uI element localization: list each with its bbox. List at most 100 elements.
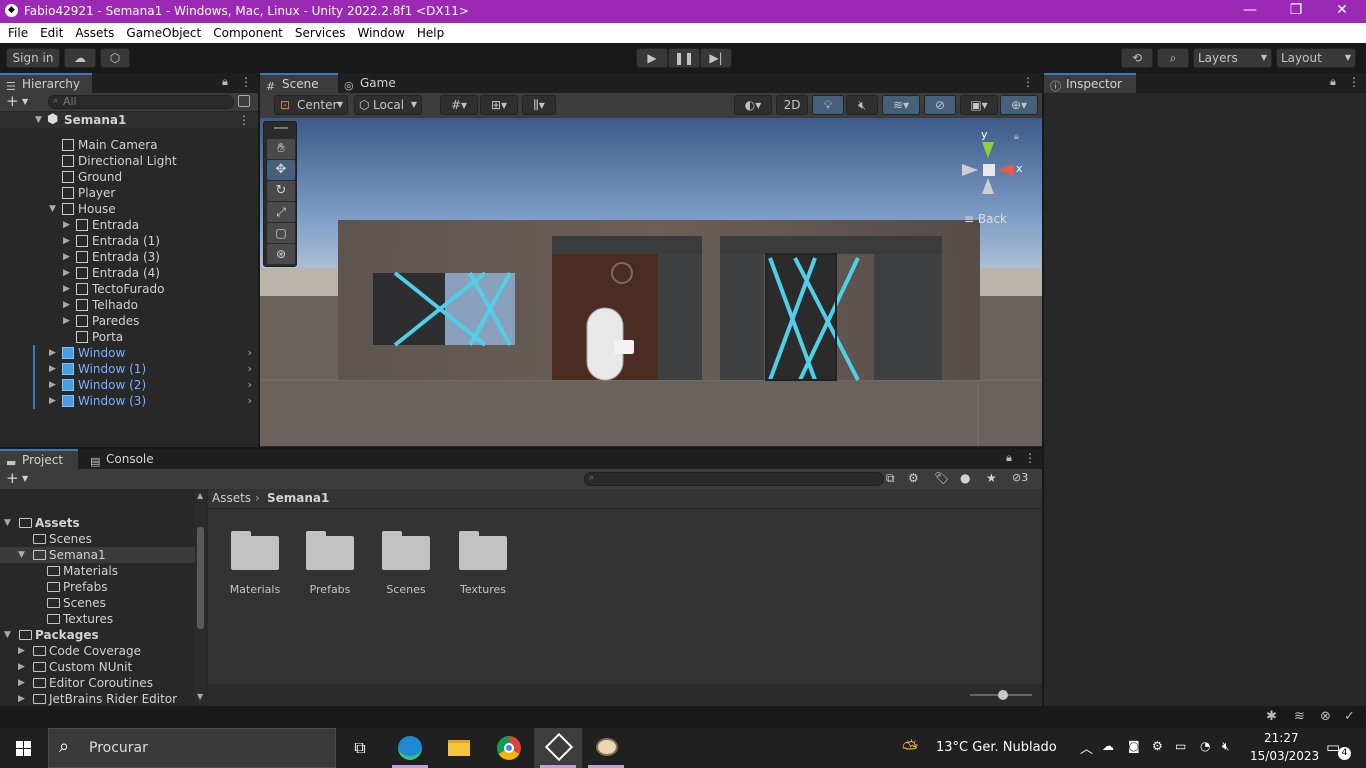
project-tree-item[interactable]: ▼ Packages: [0, 627, 195, 643]
audio-toggle[interactable]: 🔇︎: [846, 95, 878, 115]
expand-arrow-icon[interactable]: ▶: [49, 393, 56, 409]
neg-y-axis-cone[interactable]: [982, 178, 994, 194]
clock-date[interactable]: 15/03/2023: [1250, 749, 1319, 763]
project-tree-item[interactable]: Materials: [0, 563, 195, 579]
filter-type-icon[interactable]: ⚙︎: [908, 471, 919, 485]
zoom-slider-thumb[interactable]: [998, 690, 1008, 700]
collapse-arrow-icon[interactable]: ▼: [18, 547, 25, 563]
paint-app-icon[interactable]: [582, 728, 630, 768]
move-tool-icon[interactable]: ✥: [267, 160, 295, 180]
onedrive-icon[interactable]: ☁: [1102, 739, 1114, 753]
expand-arrow-icon[interactable]: ▶: [49, 361, 56, 377]
play-button[interactable]: ▶: [636, 48, 668, 68]
open-prefab-chevron-icon[interactable]: ›: [248, 361, 252, 377]
rotate-tool-icon[interactable]: ↻: [267, 181, 295, 201]
scrollbar-thumb[interactable]: [197, 527, 204, 629]
folder-tile[interactable]: Prefabs: [292, 531, 368, 596]
lock-icon[interactable]: 🔒︎: [1014, 132, 1019, 142]
restore-button[interactable]: ❐: [1273, 0, 1319, 23]
tab-console[interactable]: ▤ Console: [84, 449, 164, 469]
kebab-menu-icon[interactable]: ⋮: [1024, 451, 1036, 465]
hierarchy-item[interactable]: ▶ Telhado: [0, 297, 258, 313]
tab-project[interactable]: ▬ Project: [0, 449, 78, 469]
folder-tile[interactable]: Scenes: [368, 531, 444, 596]
open-prefab-chevron-icon[interactable]: ›: [248, 377, 252, 393]
hierarchy-item[interactable]: ▶ Entrada (4): [0, 265, 258, 281]
volume-muted-icon[interactable]: 🔇︎: [1222, 739, 1230, 754]
history-icon[interactable]: ⟲: [1121, 48, 1153, 68]
webcam-icon[interactable]: ◙: [1128, 739, 1140, 753]
scale-tool-icon[interactable]: ⤢: [267, 202, 295, 222]
project-tree-item[interactable]: Scenes: [0, 595, 195, 611]
tab-scene[interactable]: # Scene: [260, 73, 338, 93]
weather-cloud-sun-icon[interactable]: ⛅︎: [902, 736, 918, 760]
neg-x-axis-cone[interactable]: [962, 164, 978, 176]
hierarchy-item[interactable]: ▶ Window (2) ›: [0, 377, 258, 393]
add-icon[interactable]: +: [6, 93, 19, 110]
lock-icon[interactable]: 🔒︎: [1330, 75, 1336, 89]
chevron-down-icon[interactable]: ▼: [22, 97, 28, 106]
scroll-up-icon[interactable]: ▲: [197, 491, 203, 500]
lock-icon[interactable]: 🔒︎: [222, 75, 228, 89]
lock-icon[interactable]: 🔒︎: [1006, 451, 1012, 465]
hierarchy-item[interactable]: ▶ Entrada (3): [0, 249, 258, 265]
menu-window[interactable]: Window: [352, 23, 411, 43]
expand-arrow-icon[interactable]: ▶: [63, 281, 70, 297]
expand-arrow-icon[interactable]: ▶: [18, 675, 25, 691]
expand-arrow-icon[interactable]: ▼: [35, 112, 42, 128]
scene-filter-icon[interactable]: [238, 95, 250, 107]
hierarchy-item[interactable]: ▶ TectoFurado: [0, 281, 258, 297]
kebab-menu-icon[interactable]: ⋮: [1022, 75, 1034, 89]
hierarchy-item[interactable]: Player: [0, 185, 258, 201]
lighting-toggle[interactable]: 💡︎: [812, 95, 844, 115]
expand-arrow-icon[interactable]: ▶: [63, 313, 70, 329]
scene-viewport[interactable]: ✋︎ ✥ ↻ ⤢ ▢ ⊛ y x 🔒︎ ≡ Back: [260, 118, 1042, 446]
hierarchy-search-field[interactable]: ⌕ All: [48, 95, 234, 109]
search-by-type-icon[interactable]: ⧉: [886, 471, 895, 486]
expand-arrow-icon[interactable]: ▶: [63, 217, 70, 233]
hierarchy-item[interactable]: ▶ Paredes: [0, 313, 258, 329]
hierarchy-item[interactable]: ▶ Window ›: [0, 345, 258, 361]
wifi-icon[interactable]: ◔: [1200, 739, 1210, 753]
expand-arrow-icon[interactable]: ▶: [18, 659, 25, 675]
menu-services[interactable]: Services: [289, 23, 352, 43]
project-tree-item[interactable]: ▶ JetBrains Rider Editor: [0, 691, 195, 706]
chevron-up-icon[interactable]: ︿: [1080, 738, 1093, 757]
sign-in-button[interactable]: Sign in: [6, 48, 60, 68]
project-search-field[interactable]: ⌕: [584, 472, 884, 486]
kebab-menu-icon[interactable]: ⋮: [240, 75, 252, 89]
auto-generate-icon[interactable]: ⊗: [1320, 709, 1331, 724]
toggle-2d-button[interactable]: 2D: [776, 95, 808, 115]
menu-help[interactable]: Help: [411, 23, 450, 43]
scene-row[interactable]: ▼ ⬢ Semana1 ⋮: [0, 112, 258, 128]
label-tag-icon[interactable]: 🏷︎: [934, 471, 949, 485]
y-axis-cone[interactable]: [982, 142, 994, 158]
expand-arrow-icon[interactable]: ▶: [18, 691, 25, 706]
expand-arrow-icon[interactable]: ▶: [63, 265, 70, 281]
pivot-dropdown[interactable]: ⊡ Center ▼: [274, 95, 348, 115]
expand-arrow-icon[interactable]: ▶: [63, 249, 70, 265]
expand-arrow-icon[interactable]: ▶: [63, 297, 70, 313]
tab-hierarchy[interactable]: ☰ Hierarchy: [0, 73, 92, 93]
layout-dropdown[interactable]: Layout ▼: [1276, 48, 1356, 68]
breadcrumb-assets[interactable]: Assets: [212, 491, 251, 505]
expand-arrow-icon[interactable]: ▶: [63, 233, 70, 249]
favorite-star-icon[interactable]: ★: [986, 471, 997, 485]
hierarchy-item[interactable]: Directional Light: [0, 153, 258, 169]
tree-scrollbar[interactable]: ▲ ▼: [195, 489, 206, 706]
folder-tile[interactable]: Textures: [445, 531, 521, 596]
step-button[interactable]: ▶|: [700, 48, 732, 68]
x-axis-cone[interactable]: [998, 164, 1014, 176]
search-icon[interactable]: ⌕: [1157, 48, 1189, 68]
hidden-objects-toggle[interactable]: ⊘: [924, 95, 956, 115]
project-tree-item[interactable]: ▼ Assets: [0, 515, 195, 531]
open-prefab-chevron-icon[interactable]: ›: [248, 345, 252, 361]
cloud-icon[interactable]: ☁: [64, 48, 96, 68]
close-button[interactable]: ✕: [1319, 0, 1365, 23]
hidden-packages-toggle[interactable]: ⊘3: [1012, 471, 1028, 484]
hierarchy-item[interactable]: Main Camera: [0, 137, 258, 153]
menu-component[interactable]: Component: [207, 23, 289, 43]
menu-assets[interactable]: Assets: [69, 23, 120, 43]
hierarchy-item[interactable]: ▶ Window (3) ›: [0, 393, 258, 409]
collapse-arrow-icon[interactable]: ▼: [4, 515, 11, 531]
